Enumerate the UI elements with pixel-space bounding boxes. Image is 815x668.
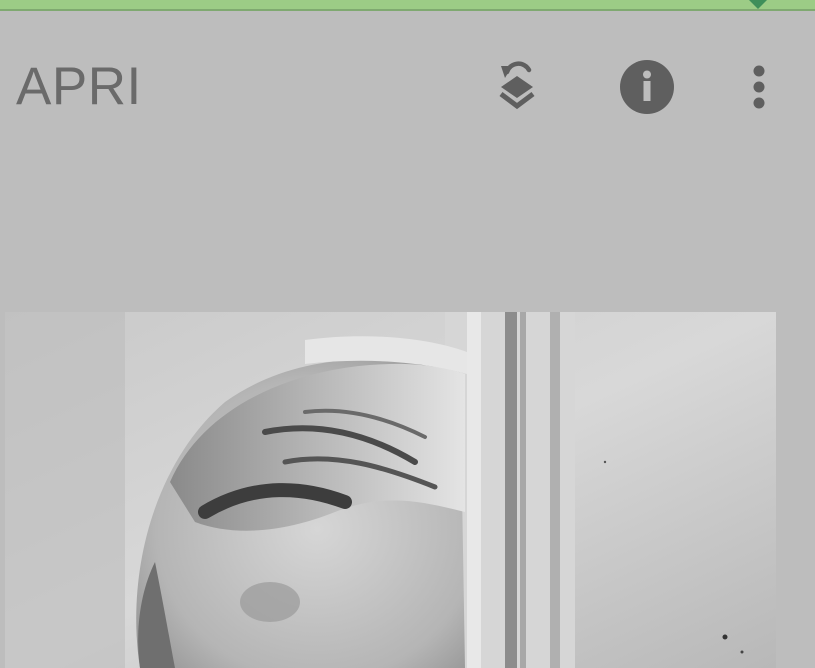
screen: APRI xyxy=(0,0,815,668)
notification-marker xyxy=(749,0,767,9)
photo-preview[interactable] xyxy=(5,312,776,668)
top-status-strip xyxy=(0,0,815,11)
photo-image xyxy=(5,312,776,668)
info-icon xyxy=(620,60,674,114)
info-button[interactable] xyxy=(616,56,678,118)
page-title: APRI xyxy=(16,57,142,116)
layers-rotate-icon xyxy=(499,61,535,110)
more-vert-icon xyxy=(753,65,765,109)
app-bar: APRI xyxy=(0,11,815,161)
more-options-button[interactable] xyxy=(736,56,782,118)
layers-rotate-button[interactable] xyxy=(486,56,548,118)
